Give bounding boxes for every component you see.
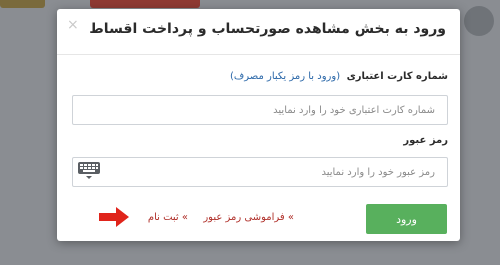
background-logo (464, 6, 494, 36)
modal-title: ورود به بخش مشاهده صورتحساب و پرداخت اقس… (89, 21, 446, 37)
background-banner-right (460, 118, 500, 228)
card-number-input[interactable] (73, 96, 447, 124)
register-link[interactable]: » ثبت نام (148, 212, 188, 223)
password-input[interactable] (73, 158, 447, 186)
modal-header: ورود به بخش مشاهده صورتحساب و پرداخت اقس… (57, 9, 460, 55)
background-banner-left (0, 118, 60, 228)
red-arrow-icon (98, 206, 130, 228)
password-label: رمز عبور (403, 135, 448, 146)
login-button[interactable]: ورود (366, 204, 447, 234)
close-icon[interactable]: × (67, 17, 79, 33)
password-field[interactable] (72, 157, 448, 187)
login-modal: ورود به بخش مشاهده صورتحساب و پرداخت اقس… (57, 9, 460, 241)
keyboard-icon[interactable] (77, 161, 101, 181)
background-top-button-secondary (0, 0, 45, 8)
card-number-field[interactable] (72, 95, 448, 125)
card-number-label: شماره کارت اعتباری (ورود با رمز یکبار مص… (230, 71, 448, 82)
card-number-label-text: شماره کارت اعتباری (346, 71, 448, 82)
forgot-password-link[interactable]: » فراموشی رمز عبور (203, 212, 294, 223)
otp-login-link[interactable]: (ورود با رمز یکبار مصرف) (230, 71, 340, 82)
background-top-button (90, 0, 200, 8)
